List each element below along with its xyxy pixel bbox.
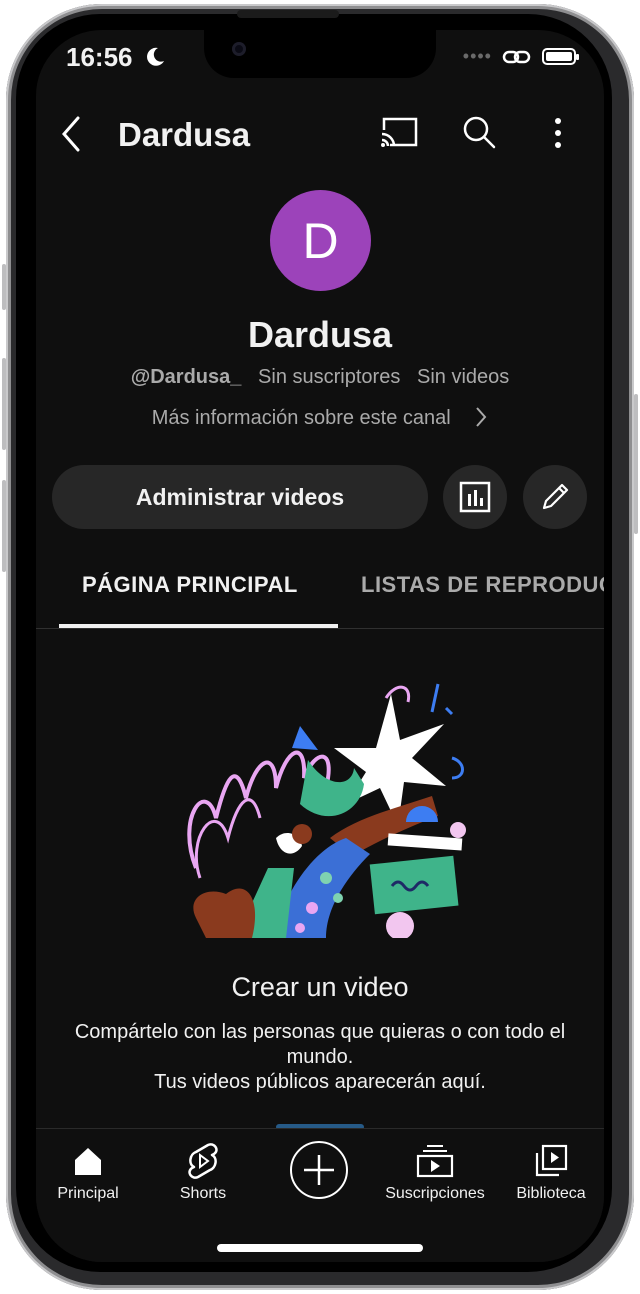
power-button xyxy=(634,394,638,534)
empty-state-line1: Compártelo con las personas que quieras … xyxy=(74,1021,566,1068)
moon-icon xyxy=(147,47,164,66)
signal-dots: •••• xyxy=(462,46,492,66)
cast-icon[interactable] xyxy=(378,112,420,154)
channel-avatar[interactable]: D xyxy=(270,190,371,291)
empty-state-title: Crear un video xyxy=(231,972,409,1002)
mute-switch xyxy=(2,264,6,310)
active-tab-indicator xyxy=(59,624,338,628)
more-info-label: Más información sobre este canal xyxy=(151,407,451,429)
create-icon xyxy=(304,1155,334,1185)
screen: 16:56 •••• Dardusa D Dardusa @Dardusa_ S… xyxy=(36,30,604,1262)
volume-up-button xyxy=(2,358,6,450)
notch xyxy=(204,30,436,78)
empty-state-description: Compártelo con las personas que quieras … xyxy=(56,1020,584,1095)
analytics-button[interactable] xyxy=(443,465,507,529)
nav-shorts[interactable]: Shorts xyxy=(148,1141,258,1203)
nav-shorts-label: Shorts xyxy=(179,1185,227,1202)
manage-videos-button[interactable]: Administrar videos xyxy=(52,465,428,529)
subscriber-count: Sin suscriptores xyxy=(258,366,401,388)
nav-home-label: Principal xyxy=(57,1185,119,1202)
back-icon[interactable] xyxy=(56,112,88,156)
app-header: Dardusa xyxy=(36,108,604,164)
link-icon xyxy=(502,50,531,63)
pencil-icon xyxy=(542,483,569,510)
shorts-icon xyxy=(188,1143,218,1179)
analytics-icon xyxy=(459,481,491,513)
channel-handle: @Dardusa_ xyxy=(130,366,242,388)
video-count: Sin videos xyxy=(417,366,510,388)
tab-home[interactable]: PÁGINA PRINCIPAL xyxy=(82,572,298,598)
header-title: Dardusa xyxy=(118,116,251,153)
search-icon[interactable] xyxy=(460,112,500,154)
nav-create-button[interactable] xyxy=(290,1141,348,1199)
status-right: •••• xyxy=(462,46,579,67)
tab-playlists[interactable]: LISTAS DE REPRODUCCIÓN xyxy=(361,572,604,598)
subscriptions-icon xyxy=(416,1145,454,1178)
more-options-icon[interactable] xyxy=(548,112,568,154)
chevron-right-icon xyxy=(476,407,487,427)
empty-state-line2: Tus videos públicos aparecerán aquí. xyxy=(154,1071,486,1093)
status-time: 16:56 xyxy=(66,42,133,72)
more-info-link[interactable]: Más información sobre este canal xyxy=(36,406,604,430)
channel-meta: @Dardusa_ Sin suscriptores Sin videos xyxy=(36,366,604,389)
speaker-grille xyxy=(237,10,339,18)
channel-tabs: PÁGINA PRINCIPAL LISTAS DE REPRODUCCIÓN xyxy=(36,560,604,629)
nav-home[interactable]: Principal xyxy=(36,1141,143,1203)
battery-icon xyxy=(542,48,579,65)
home-icon xyxy=(75,1148,101,1175)
edit-channel-button[interactable] xyxy=(523,465,587,529)
nav-library[interactable]: Biblioteca xyxy=(496,1141,604,1203)
channel-name: Dardusa xyxy=(247,314,393,355)
volume-down-button xyxy=(2,480,6,572)
create-video-illustration xyxy=(187,683,466,938)
library-icon xyxy=(535,1144,568,1177)
bottom-navigation: Principal Shorts Suscripciones Bibliotec… xyxy=(36,1128,604,1262)
nav-subscriptions[interactable]: Suscripciones xyxy=(380,1141,490,1203)
home-indicator[interactable] xyxy=(217,1244,423,1252)
camera xyxy=(232,42,246,56)
nav-subscriptions-label: Suscripciones xyxy=(385,1185,485,1202)
nav-library-label: Biblioteca xyxy=(516,1185,586,1202)
